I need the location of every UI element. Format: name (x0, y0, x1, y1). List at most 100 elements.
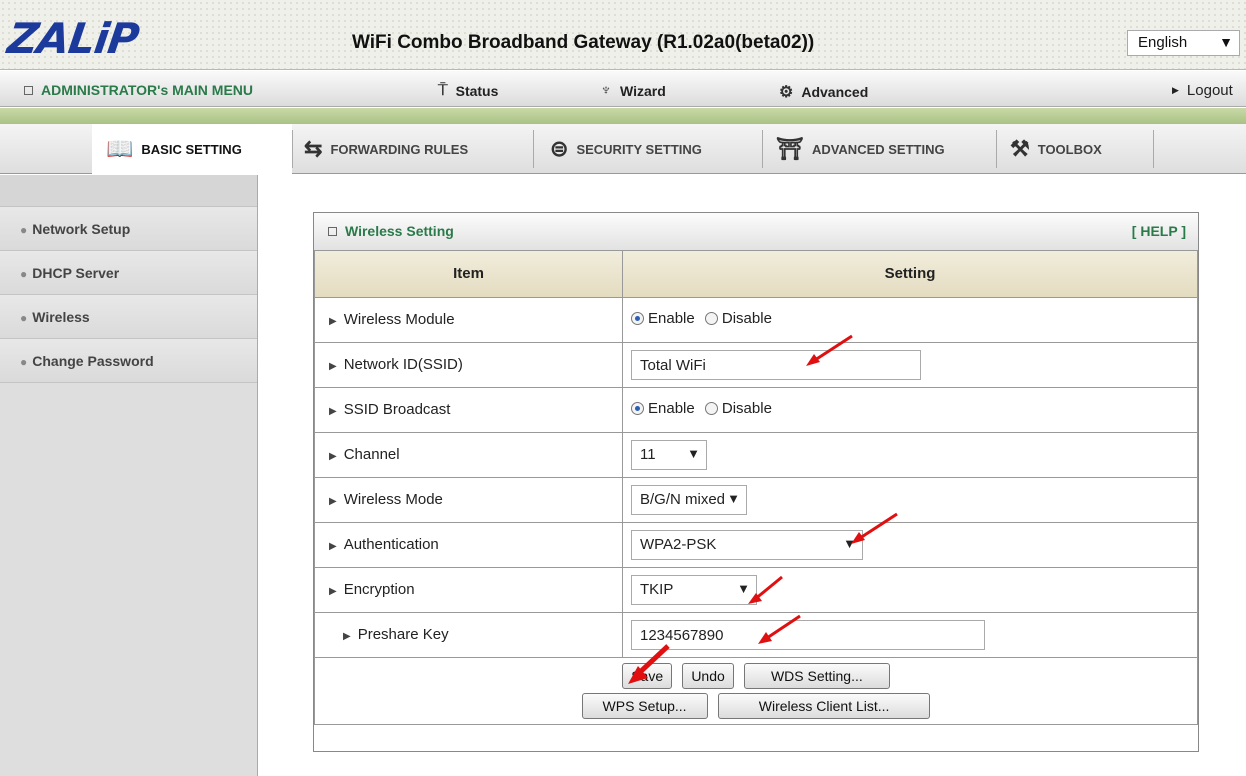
tab-toolbox[interactable]: ⚒ TOOLBOX (1010, 124, 1150, 174)
encryption-label: Encryption (343, 581, 415, 598)
authentication-select[interactable]: WPA2-PSK ▼ (631, 529, 863, 560)
book-icon: 📖 (106, 136, 134, 161)
security-icon: ⊜ (550, 136, 569, 161)
save-button[interactable]: Save (622, 662, 673, 689)
encryption-value: TKIP (640, 580, 674, 598)
radio-label: Disable (721, 310, 772, 327)
tab-forwarding-rules[interactable]: ⇆ FORWARDING RULES (304, 124, 532, 174)
row-value: 11 ▼ (622, 431, 1198, 478)
ssid-broadcast-enable-radio[interactable]: Enable (631, 400, 695, 417)
radio-unchecked-icon (704, 312, 718, 325)
preshare-key-input[interactable]: 1234567890 (631, 619, 985, 650)
advanced-menu-link[interactable]: ⚙ Advanced (779, 82, 868, 102)
channel-select[interactable]: 11 ▼ (631, 439, 707, 470)
wizard-menu-link[interactable]: ♆ Wizard (600, 82, 666, 100)
wireless-mode-value: B/G/N mixed (640, 490, 726, 508)
table-row: ▶ Network ID(SSID) Total WiFi (314, 341, 1198, 388)
tab-advanced-setting-label: ADVANCED SETTING (811, 141, 945, 157)
bullet-icon: ● (20, 355, 28, 369)
sidebar-item-label: Wireless (32, 309, 90, 325)
tab-basic-setting[interactable]: 📖 BASIC SETTING (92, 124, 292, 174)
row-value: 1234567890 (622, 611, 1198, 658)
chevron-down-icon: ▼ (727, 490, 740, 506)
wizard-label: Wizard (620, 83, 666, 99)
row-value: TKIP ▼ (622, 566, 1198, 613)
settings-table: Item Setting ▶ Wireless Module Enable Dis… (314, 251, 1198, 725)
panel-title-text: Wireless Setting (345, 223, 454, 239)
row-label: ▶ Preshare Key (314, 611, 623, 658)
language-value: English (1138, 34, 1188, 51)
ssid-label: Network ID(SSID) (343, 356, 463, 373)
zalip-logo: ZALiP (4, 14, 142, 63)
wireless-client-list-button[interactable]: Wireless Client List... (717, 692, 931, 719)
row-label: ▶ SSID Broadcast (314, 386, 623, 433)
sidebar-item-network-setup[interactable]: ● Network Setup (0, 207, 257, 251)
bullet-icon: ● (20, 311, 28, 325)
triangle-right-icon: ▶ (329, 361, 337, 372)
row-value: Enable Disable (622, 296, 1198, 343)
table-header-row: Item Setting (314, 251, 1198, 298)
status-label: Status (455, 83, 499, 99)
square-bullet-icon (328, 226, 337, 236)
column-header-item: Item (314, 251, 623, 298)
triangle-right-icon: ▶ (329, 406, 337, 417)
chevron-down-icon: ▼ (687, 445, 700, 461)
preshare-key-label: Preshare Key (357, 626, 449, 643)
ssid-input[interactable]: Total WiFi (631, 349, 921, 380)
sidebar-item-dhcp-server[interactable]: ● DHCP Server (0, 251, 257, 295)
chevron-down-icon: ▼ (843, 535, 856, 551)
radio-checked-icon (631, 312, 644, 325)
row-label: ▶ Network ID(SSID) (314, 341, 623, 388)
advanced-setting-icon: ⛩ (776, 136, 804, 161)
radio-label: Enable (648, 310, 695, 327)
ssid-broadcast-disable-radio[interactable]: Disable (704, 400, 772, 417)
toolbox-icon: ⚒ (1010, 136, 1030, 161)
row-label: ▶ Authentication (314, 521, 623, 568)
help-link[interactable]: [ HELP ] (1132, 223, 1186, 239)
sidebar-item-wireless[interactable]: ● Wireless (0, 295, 257, 339)
triangle-right-icon: ▶ (329, 541, 337, 552)
sidebar-header (0, 175, 257, 207)
sidebar: ● Network Setup ● DHCP Server ● Wireless ● C… (0, 175, 258, 776)
row-value: WPA2-PSK ▼ (622, 521, 1198, 568)
table-row: ▶ Authentication WPA2-PSK ▼ (314, 521, 1198, 568)
advanced-icon: ⚙ (779, 84, 794, 101)
triangle-right-icon: ▶ (1172, 85, 1179, 95)
undo-button[interactable]: Undo (682, 662, 734, 689)
wireless-mode-label: Wireless Mode (343, 491, 443, 508)
wireless-mode-select[interactable]: B/G/N mixed ▼ (631, 484, 747, 515)
tab-security-setting[interactable]: ⊜ SECURITY SETTING (550, 124, 760, 174)
tab-divider (762, 130, 763, 168)
table-row: ▶ Wireless Module Enable Disable (314, 296, 1198, 343)
table-row: Save Undo WDS Setting... WPS Setup... Wi… (314, 656, 1198, 725)
chevron-down-icon: ▼ (1219, 34, 1233, 50)
encryption-select[interactable]: TKIP ▼ (631, 574, 757, 605)
triangle-right-icon: ▶ (329, 496, 337, 507)
logout-link[interactable]: ▶ Logout (1172, 82, 1233, 99)
radio-label: Disable (721, 400, 772, 417)
green-divider-bar (0, 108, 1246, 124)
row-label: ▶ Wireless Module (314, 296, 623, 343)
authentication-label: Authentication (343, 536, 439, 553)
table-row: ▶ Channel 11 ▼ (314, 431, 1198, 478)
tab-security-setting-label: SECURITY SETTING (576, 141, 702, 157)
tab-advanced-setting[interactable]: ⛩ ADVANCED SETTING (776, 124, 996, 174)
row-value: B/G/N mixed ▼ (622, 476, 1198, 523)
sidebar-item-change-password[interactable]: ● Change Password (0, 339, 257, 383)
wireless-module-label: Wireless Module (343, 311, 455, 328)
tab-basic-setting-label: BASIC SETTING (141, 141, 242, 157)
wds-setting-button[interactable]: WDS Setting... (743, 662, 890, 689)
wizard-icon: ♆ (600, 82, 612, 99)
admin-menu-label: ADMINISTRATOR's MAIN MENU (41, 82, 254, 98)
admin-main-menu-link[interactable]: ADMINISTRATOR's MAIN MENU (24, 82, 253, 98)
logout-label: Logout (1186, 82, 1233, 99)
wireless-module-disable-radio[interactable]: Disable (704, 310, 772, 327)
main-menu-bar: ADMINISTRATOR's MAIN MENU ⍑ Status ♆ Wiz… (0, 71, 1246, 107)
wps-setup-button[interactable]: WPS Setup... (581, 692, 708, 719)
triangle-right-icon: ▶ (343, 631, 351, 642)
table-row: ▶ SSID Broadcast Enable Disable (314, 386, 1198, 433)
status-menu-link[interactable]: ⍑ Status (438, 82, 498, 100)
wireless-module-enable-radio[interactable]: Enable (631, 310, 695, 327)
tab-bar: 📖 BASIC SETTING ⇆ FORWARDING RULES ⊜ SEC… (0, 124, 1246, 174)
language-select[interactable]: English ▼ (1127, 30, 1240, 56)
